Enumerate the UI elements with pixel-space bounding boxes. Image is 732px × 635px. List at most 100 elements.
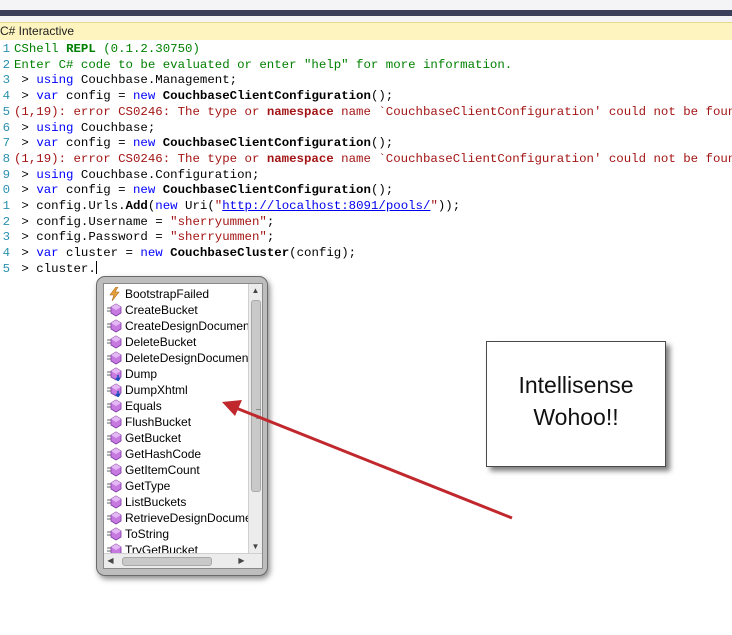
method-icon	[107, 351, 123, 365]
line-number: 6	[2, 120, 10, 135]
code-token: var	[36, 136, 59, 151]
code-token: ();	[370, 136, 394, 151]
editor-line[interactable]: 9 > using Couchbase.Configuration;	[0, 167, 732, 183]
code-token: var	[36, 246, 59, 261]
completion-item[interactable]: Equals	[104, 398, 248, 414]
code-token: config =	[58, 89, 133, 104]
method-icon	[107, 303, 123, 317]
editor-line[interactable]: 3 > using Couchbase.Management;	[0, 72, 732, 88]
editor-line[interactable]: 2 Enter C# code to be evaluated or enter …	[0, 57, 732, 73]
editor-line[interactable]: 0 > var config = new CouchbaseClientConf…	[0, 182, 732, 198]
editor-line[interactable]: 3 > config.Password = "sherryummen";	[0, 229, 732, 245]
code-token: new	[132, 136, 156, 151]
completion-item[interactable]: BootstrapFailed	[104, 286, 248, 302]
code-token: ;	[266, 230, 275, 245]
editor-line[interactable]: 4 > var cluster = new CouchbaseCluster(c…	[0, 245, 732, 261]
line-number: 8	[2, 151, 10, 166]
code-token: (1,19): error CS0246: The type or	[14, 151, 267, 166]
completion-item[interactable]: GetItemCount	[104, 462, 248, 478]
code-token: Couchbase;	[73, 120, 156, 135]
line-number: 0	[2, 183, 10, 198]
code-token: Couchbase.Management;	[73, 73, 238, 88]
editor-line[interactable]: 7 > var config = new CouchbaseClientConf…	[0, 135, 732, 151]
completion-item[interactable]: FlushBucket	[104, 414, 248, 430]
method-icon	[107, 463, 123, 477]
completion-item-label: FlushBucket	[125, 415, 192, 429]
completion-item[interactable]: Dump	[104, 366, 248, 382]
completion-item[interactable]: ListBuckets	[104, 494, 248, 510]
callout-line-2: Wohoo!!	[533, 404, 619, 430]
completion-item[interactable]: DeleteBucket	[104, 334, 248, 350]
line-code: > cluster.	[14, 260, 97, 277]
completion-horizontal-scrollbar[interactable]: ◀ ▶	[104, 553, 262, 568]
code-token: new	[140, 246, 163, 261]
completion-item-label: Equals	[125, 399, 162, 413]
code-token: >	[14, 136, 37, 151]
scroll-up-icon[interactable]: ▲	[249, 284, 262, 298]
tool-window-tab[interactable]: C# Interactive	[0, 22, 732, 41]
code-token: > config.Urls.	[14, 199, 126, 213]
code-token: >	[14, 120, 37, 135]
scroll-right-icon[interactable]: ▶	[235, 554, 248, 568]
editor-line[interactable]: 5 > cluster.	[0, 260, 732, 277]
completion-item[interactable]: GetType	[104, 478, 248, 494]
code-token: > config.Password =	[14, 230, 171, 245]
code-token: > cluster.	[14, 261, 96, 276]
completion-item[interactable]: ToString	[104, 526, 248, 542]
code-token: Couchbase.Configuration;	[73, 167, 260, 182]
editor-line[interactable]: 1 > config.Urls.Add(new Uri("http://loca…	[0, 198, 732, 214]
completion-item[interactable]: GetBucket	[104, 430, 248, 446]
method-icon	[107, 335, 123, 349]
line-number: 2	[2, 57, 10, 72]
code-token: var	[36, 183, 59, 198]
completion-scroll-thumb[interactable]	[251, 300, 261, 492]
completion-item-label: BootstrapFailed	[125, 287, 210, 301]
method-icon	[107, 495, 123, 509]
line-number: 3	[2, 230, 10, 245]
line-code: > using Couchbase;	[14, 120, 155, 136]
completion-vertical-scrollbar[interactable]: ▲ ▼	[248, 284, 262, 554]
completion-item[interactable]: DeleteDesignDocument	[104, 350, 248, 366]
tab-title: C# Interactive	[0, 24, 75, 38]
code-token: Add	[125, 199, 148, 213]
editor-line[interactable]: 6 > using Couchbase;	[0, 120, 732, 136]
editor-line[interactable]: 5 (1,19): error CS0246: The type or names…	[0, 104, 732, 120]
completion-item-label: CreateBucket	[125, 303, 198, 317]
editor-line[interactable]: 8 (1,19): error CS0246: The type or names…	[0, 151, 732, 167]
code-token: "sherryummen"	[170, 214, 267, 229]
completion-item-label: RetrieveDesignDocument	[125, 511, 248, 525]
completion-item[interactable]: GetHashCode	[104, 446, 248, 462]
line-number: 4	[2, 89, 10, 104]
completion-list[interactable]: TryGetBucketToStringRetrieveDesignDocume…	[103, 283, 263, 569]
code-token: using	[36, 73, 74, 88]
method-icon	[107, 319, 123, 333]
code-token: new	[132, 89, 156, 104]
scroll-down-icon[interactable]: ▼	[249, 540, 262, 554]
completion-item[interactable]: RetrieveDesignDocument	[104, 510, 248, 526]
completion-item-label: DeleteBucket	[125, 335, 197, 349]
line-code: Enter C# code to be evaluated or enter "…	[14, 57, 512, 73]
editor-line[interactable]: 1 CShell REPL (0.1.2.30750)	[0, 41, 732, 57]
completion-item-label: GetType	[125, 479, 171, 493]
code-token: ;	[266, 214, 275, 229]
code-token: new	[132, 183, 156, 198]
code-token: name `CouchbaseClientConfiguration' coul…	[333, 104, 732, 119]
completion-item-label: GetBucket	[125, 431, 182, 445]
completion-item-label: GetItemCount	[125, 463, 200, 477]
code-token: using	[36, 167, 74, 182]
line-code: > var config = new CouchbaseClientConfig…	[14, 182, 393, 198]
scroll-left-icon[interactable]: ◀	[104, 554, 117, 568]
completion-item[interactable]: DumpXhtml	[104, 382, 248, 398]
code-token: >	[14, 183, 37, 198]
completion-item[interactable]: CreateBucket	[104, 302, 248, 318]
code-token: new	[155, 199, 178, 213]
horizontal-scroll-thumb[interactable]	[122, 557, 212, 566]
editor-line[interactable]: 2 > config.Username = "sherryummen";	[0, 214, 732, 230]
completion-item[interactable]: CreateDesignDocument	[104, 318, 248, 334]
method-icon	[107, 479, 123, 493]
code-token: CouchbaseClientConfiguration	[162, 136, 371, 151]
line-number: 2	[2, 214, 10, 229]
editor-line[interactable]: 4 > var config = new CouchbaseClientConf…	[0, 88, 732, 104]
code-token: >	[14, 246, 37, 261]
